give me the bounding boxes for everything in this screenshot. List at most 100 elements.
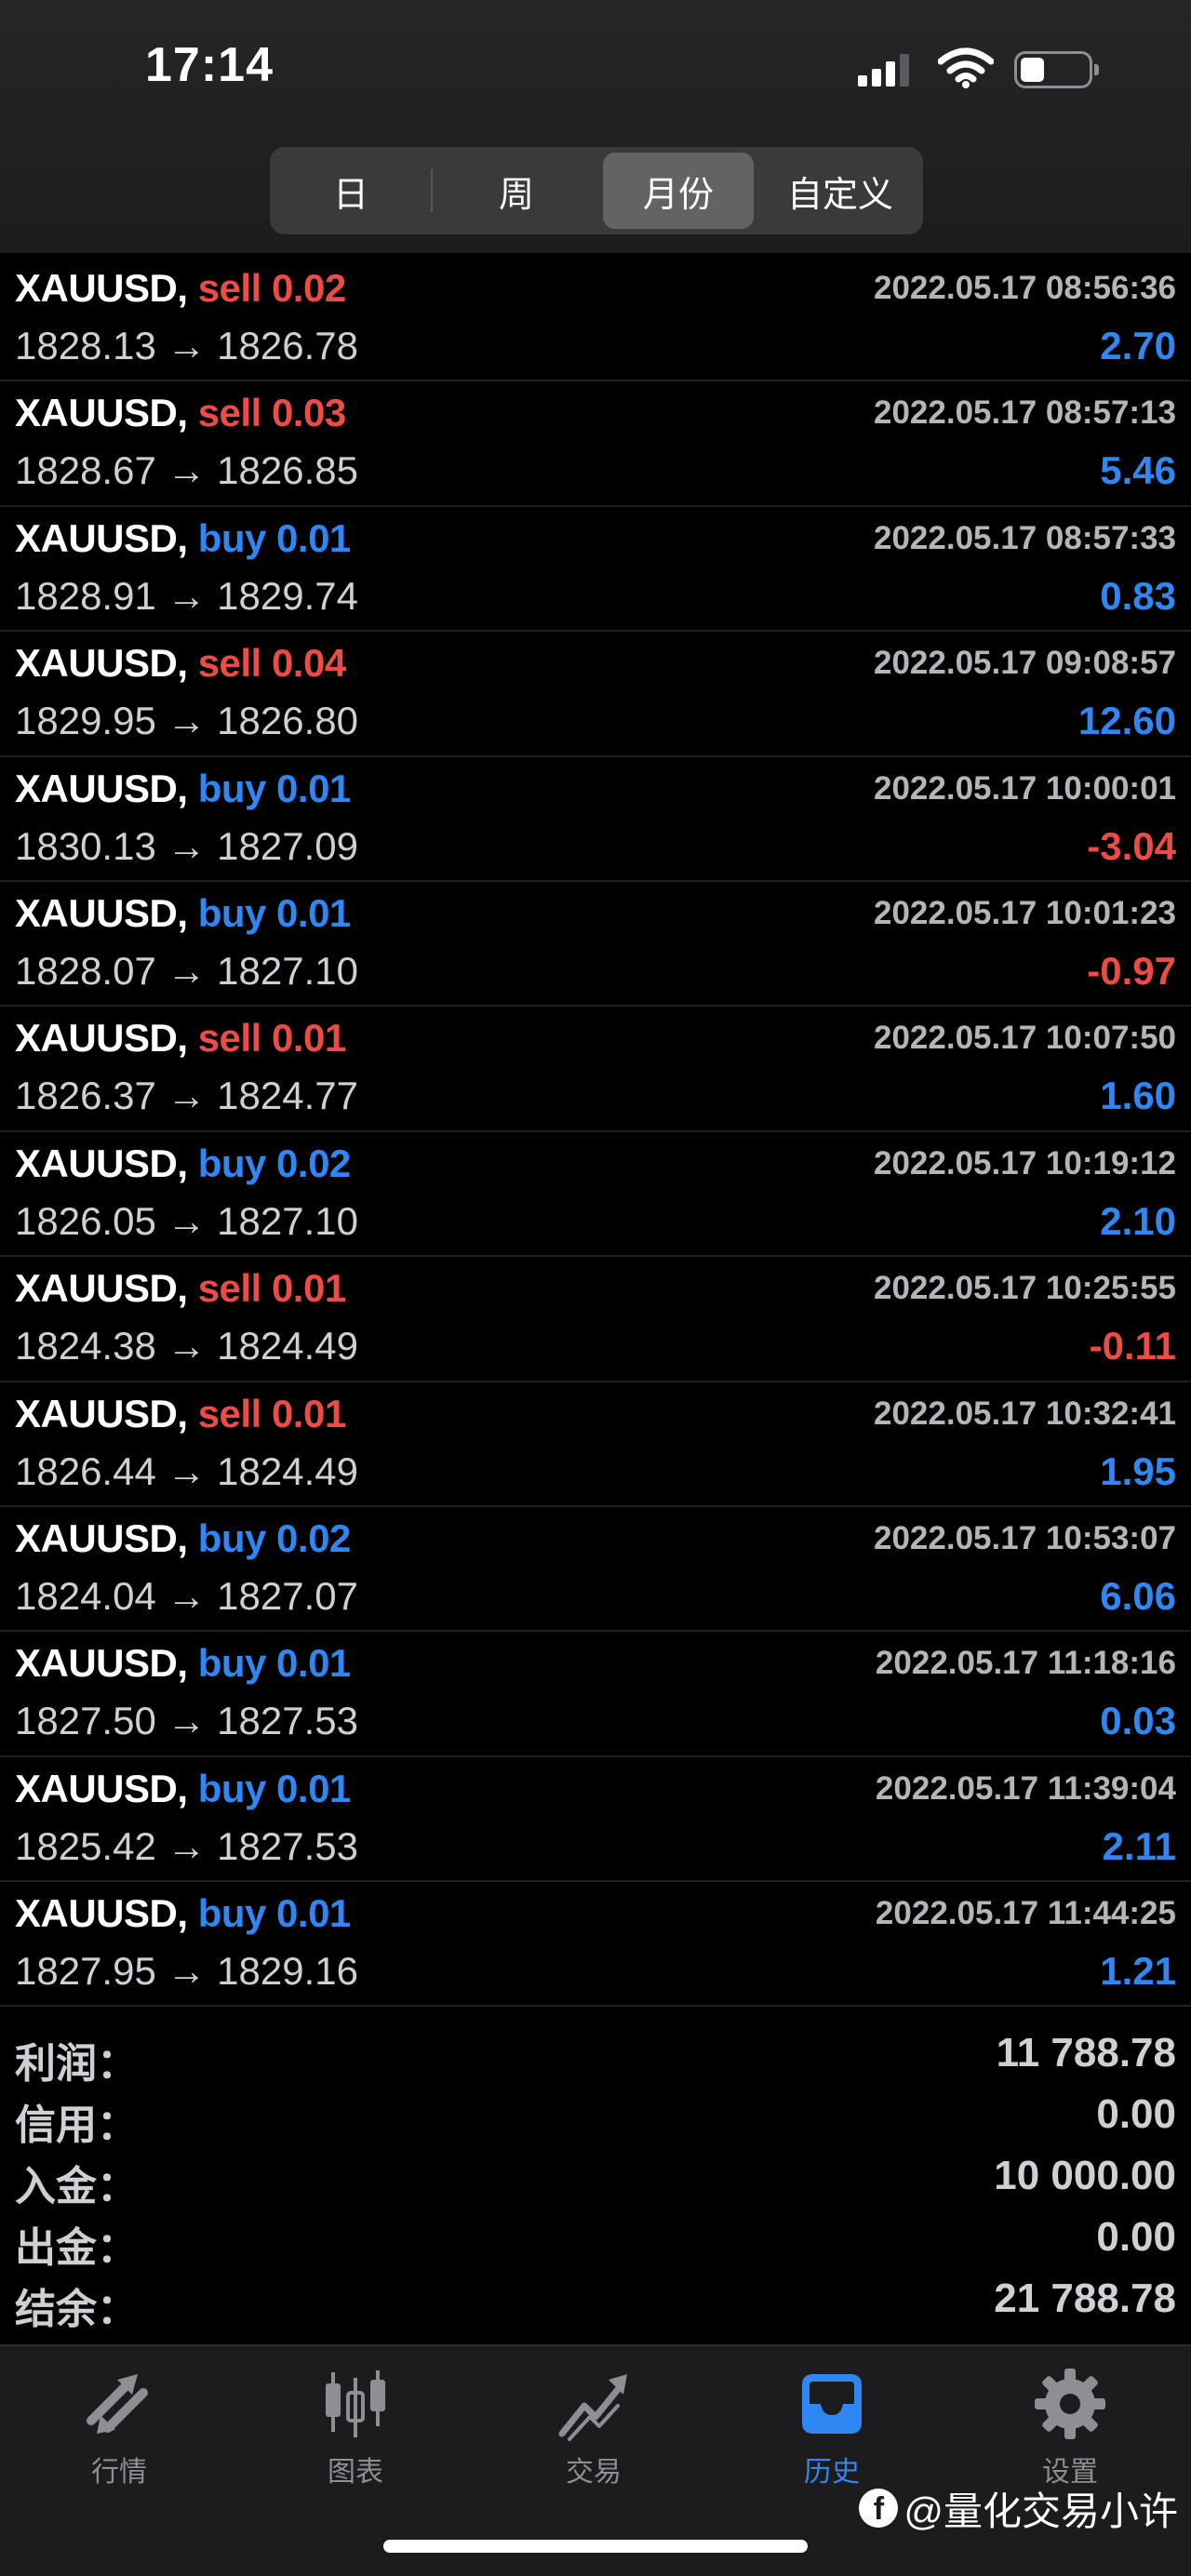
symbol-name: XAUUSD, — [15, 1016, 188, 1061]
trade-symbol: XAUUSD, sell 0.01 — [15, 1392, 346, 1436]
summary-label: 信用： — [15, 2102, 138, 2148]
trade-side: buy — [197, 1141, 267, 1185]
trade-symbol: XAUUSD, sell 0.04 — [15, 641, 346, 686]
trade-volume: 0.01 — [271, 1391, 346, 1435]
symbol-name: XAUUSD, — [15, 1766, 188, 1810]
summary-label: 入金： — [15, 2164, 138, 2209]
summary-value: 0.00 — [1096, 2091, 1176, 2137]
trade-chart-icon — [558, 2374, 627, 2441]
trade-symbol: XAUUSD, sell 0.02 — [15, 266, 346, 311]
trade-symbol: XAUUSD, sell 0.01 — [15, 1266, 346, 1311]
history-tray-icon — [802, 2374, 862, 2434]
summary-row: 信用： 0.00 — [0, 2086, 1191, 2148]
arrow-icon: → — [167, 448, 207, 493]
arrow-icon: → — [167, 1949, 207, 1994]
summary-row: 利润： 11 788.78 — [0, 2024, 1191, 2087]
header: 17:14 日 周 月份 自定义 — [0, 0, 1191, 253]
arrow-icon: → — [167, 1198, 207, 1243]
close-price: 1824.77 — [217, 1074, 358, 1118]
trade-time: 2022.05.17 11:44:25 — [875, 1895, 1176, 1932]
trade-row[interactable]: XAUUSD, buy 0.01 2022.05.17 11:18:16 1827.… — [0, 1632, 1191, 1757]
tab-quotes[interactable]: 行情 — [35, 2367, 203, 2506]
trade-row[interactable]: XAUUSD, buy 0.02 2022.05.17 10:19:12 1826.… — [0, 1132, 1191, 1258]
trade-volume: 0.01 — [276, 1766, 351, 1810]
app-root: 17:14 日 周 月份 自定义 XAUUSD, sell 0.02 2022.0… — [0, 0, 1191, 2576]
watermark-text: @量化交易小许 — [903, 2489, 1178, 2533]
trade-row[interactable]: XAUUSD, sell 0.01 2022.05.17 10:32:41 1826… — [0, 1382, 1191, 1507]
trade-profit: -0.97 — [1087, 948, 1176, 993]
trade-symbol: XAUUSD, buy 0.01 — [15, 891, 351, 936]
battery-icon — [1014, 51, 1099, 88]
trade-volume: 0.02 — [276, 1141, 351, 1185]
trade-row[interactable]: XAUUSD, sell 0.01 2022.05.17 10:25:55 1824… — [0, 1257, 1191, 1382]
trade-time: 2022.05.17 10:01:23 — [874, 894, 1176, 931]
tab-day[interactable]: 日 — [275, 153, 426, 229]
trade-profit: 0.83 — [1100, 573, 1176, 618]
trade-profit: -3.04 — [1087, 823, 1176, 868]
trade-prices: 1826.37 → 1824.77 — [15, 1074, 358, 1118]
symbol-name: XAUUSD, — [15, 391, 188, 435]
trade-row[interactable]: XAUUSD, buy 0.01 2022.05.17 11:39:04 1825.… — [0, 1757, 1191, 1883]
tab-charts[interactable]: 图表 — [272, 2367, 439, 2506]
trade-symbol: XAUUSD, buy 0.01 — [15, 1641, 351, 1686]
arrow-icon: → — [167, 948, 207, 993]
arrow-icon: → — [167, 1699, 207, 1743]
open-price: 1829.95 — [15, 699, 156, 743]
trade-volume: 0.03 — [271, 391, 346, 435]
close-price: 1827.53 — [217, 1823, 358, 1868]
open-price: 1824.04 — [15, 1573, 156, 1618]
trade-prices: 1829.95 → 1826.80 — [15, 699, 358, 743]
close-price: 1826.85 — [217, 448, 358, 493]
trade-volume: 0.01 — [276, 1891, 351, 1936]
tab-month[interactable]: 月份 — [603, 153, 754, 229]
close-price: 1827.10 — [217, 948, 358, 993]
tab-week[interactable]: 周 — [441, 153, 592, 229]
trade-profit: 12.60 — [1077, 699, 1176, 743]
trade-profit: 2.70 — [1100, 324, 1176, 367]
trade-row[interactable]: XAUUSD, sell 0.04 2022.05.17 09:08:57 1829… — [0, 632, 1191, 757]
trade-prices: 1826.05 → 1827.10 — [15, 1199, 358, 1244]
trade-side: sell — [197, 391, 262, 435]
trade-row[interactable]: XAUUSD, buy 0.01 2022.05.17 10:01:23 1828.… — [0, 882, 1191, 1008]
tab-custom[interactable]: 自定义 — [765, 153, 916, 229]
trade-volume: 0.02 — [271, 266, 346, 310]
trade-row[interactable]: XAUUSD, buy 0.01 2022.05.17 08:57:33 1828.… — [0, 507, 1191, 633]
open-price: 1824.38 — [15, 1324, 156, 1368]
trade-side: buy — [197, 1891, 267, 1936]
trade-time: 2022.05.17 10:00:01 — [874, 769, 1176, 807]
trade-prices: 1824.38 → 1824.49 — [15, 1324, 358, 1368]
facebook-logo-icon: f — [859, 2489, 899, 2528]
symbol-name: XAUUSD, — [15, 1141, 188, 1185]
period-segmented-control: 日 周 月份 自定义 — [270, 147, 923, 234]
trade-row[interactable]: XAUUSD, sell 0.01 2022.05.17 10:07:50 1826… — [0, 1007, 1191, 1132]
open-price: 1828.67 — [15, 448, 156, 493]
symbol-name: XAUUSD, — [15, 515, 188, 560]
trade-volume: 0.01 — [276, 515, 351, 560]
trade-prices: 1828.07 → 1827.10 — [15, 949, 358, 994]
trade-symbol: XAUUSD, buy 0.01 — [15, 516, 351, 561]
trade-row[interactable]: XAUUSD, buy 0.02 2022.05.17 10:53:07 1824.… — [0, 1507, 1191, 1633]
trade-time: 2022.05.17 11:39:04 — [875, 1769, 1176, 1807]
summary-label: 出金： — [15, 2225, 138, 2271]
symbol-name: XAUUSD, — [15, 1391, 188, 1435]
close-price: 1827.07 — [217, 1573, 358, 1618]
arrow-icon: → — [167, 1823, 207, 1868]
home-indicator[interactable] — [383, 2540, 808, 2553]
trade-row[interactable]: XAUUSD, sell 0.02 2022.05.17 08:56:36 1828… — [0, 257, 1191, 382]
open-price: 1830.13 — [15, 823, 156, 868]
trade-row[interactable]: XAUUSD, sell 0.03 2022.05.17 08:57:13 1828… — [0, 381, 1191, 507]
trade-row[interactable]: XAUUSD, buy 0.01 2022.05.17 10:00:01 1830.… — [0, 757, 1191, 882]
summary-value: 0.00 — [1096, 2214, 1176, 2260]
trade-profit: -0.11 — [1089, 1324, 1176, 1368]
trade-profit: 6.06 — [1100, 1573, 1176, 1618]
trade-prices: 1826.44 → 1824.49 — [15, 1449, 358, 1494]
trade-profit: 1.95 — [1100, 1448, 1176, 1493]
trade-time: 2022.05.17 08:57:33 — [874, 519, 1176, 556]
battery-level — [1021, 58, 1045, 82]
trade-prices: 1827.50 → 1827.53 — [15, 1699, 358, 1743]
status-time: 17:14 — [145, 38, 274, 92]
arrow-icon: → — [167, 324, 207, 367]
trade-row[interactable]: XAUUSD, buy 0.01 2022.05.17 11:44:25 1827.… — [0, 1882, 1191, 2008]
tab-trade[interactable]: 交易 — [510, 2367, 677, 2506]
symbol-name: XAUUSD, — [15, 1891, 188, 1936]
